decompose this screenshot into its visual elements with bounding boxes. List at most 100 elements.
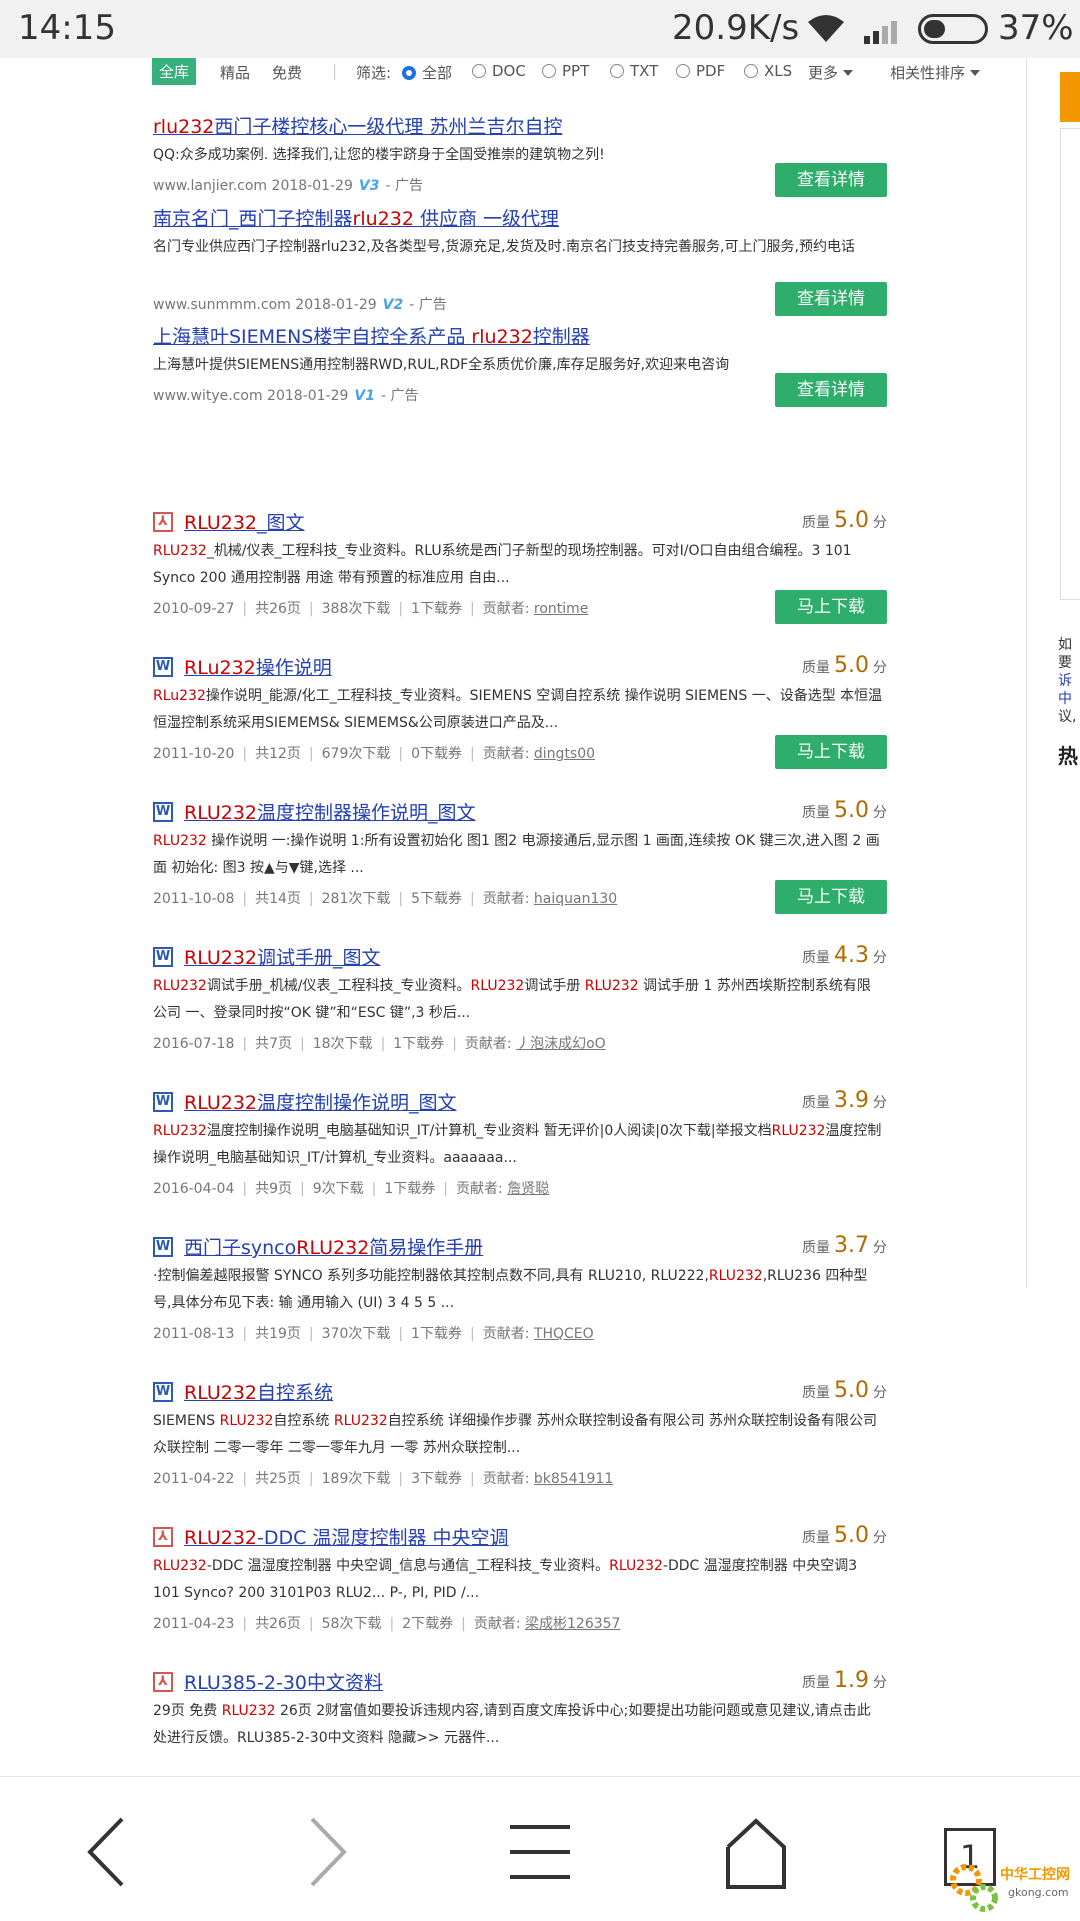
contributor-link[interactable]: haiquan130 — [534, 891, 617, 907]
quality-score: 质量 5.0 分 — [802, 508, 887, 533]
view-details-button[interactable]: 查看详情 — [775, 373, 887, 407]
ad-meta: www.lanjier.com 2018-01-29 V3 - 广告 — [153, 175, 423, 195]
forward-arrow-icon[interactable] — [274, 1807, 374, 1897]
result-title-link[interactable]: 西门子syncoRLU232简易操作手册 — [184, 1233, 483, 1260]
radio-ppt[interactable]: PPT — [542, 62, 589, 80]
view-details-button[interactable]: 查看详情 — [775, 163, 887, 197]
result-meta: 2011-04-23 | 共26页 | 58次下载 | 2下载券 | 贡献者: 梁成彬12635… — [153, 1616, 621, 1632]
download-button[interactable]: 马上下载 — [775, 590, 887, 624]
pdf-file-icon: ⅄ — [153, 1672, 173, 1692]
ad-title-link[interactable]: 上海慧叶SIEMENS楼宇自控全系产品 rlu232控制器 — [153, 322, 590, 349]
ad-title-link[interactable]: 南京名门_西门子控制器rlu232 供应商 一级代理 — [153, 204, 559, 231]
radio-icon — [610, 64, 624, 78]
battery-icon — [918, 14, 988, 44]
battery-percent: 37% — [998, 8, 1074, 48]
word-file-icon: W — [153, 1092, 173, 1112]
radio-icon — [472, 64, 486, 78]
verified-badge-icon: V2 — [382, 297, 404, 313]
contributor-link[interactable]: 詹贤聪 — [507, 1181, 549, 1197]
gear-icon — [950, 1864, 998, 1912]
radio-all[interactable]: 全部 — [402, 62, 452, 83]
radio-icon — [744, 64, 758, 78]
signal-icon — [864, 21, 897, 44]
quality-score: 质量 5.0 分 — [802, 653, 887, 678]
quality-score: 质量 1.9 分 — [802, 1668, 887, 1693]
result-description: RLU232温度控制操作说明_电脑基础知识_IT/计算机_专业资料 暂无评价|0… — [153, 1123, 882, 1166]
ad-site: www.witye.com — [153, 388, 263, 404]
result-description: RLU232 操作说明 一:操作说明 1:所有设置初始化 图1 图2 电源接通后… — [153, 833, 880, 876]
ad-meta: www.witye.com 2018-01-29 V1 - 广告 — [153, 385, 419, 405]
result-title-link[interactable]: RLU232_图文 — [184, 508, 305, 535]
menu-icon[interactable] — [490, 1807, 590, 1897]
ad-site: www.sunmmm.com — [153, 297, 291, 313]
tab-premium[interactable]: 精品 — [220, 62, 250, 83]
back-arrow-icon[interactable] — [60, 1807, 160, 1897]
ad-site: www.lanjier.com — [153, 178, 268, 194]
result-title-link[interactable]: RLU385-2-30中文资料 — [184, 1668, 383, 1695]
result-title-link[interactable]: RLU232自控系统 — [184, 1378, 333, 1405]
word-file-icon: W — [153, 1382, 173, 1402]
verified-badge-icon: V1 — [354, 388, 375, 404]
contributor-link[interactable]: bk8541911 — [534, 1471, 613, 1487]
ad-description: QQ:众多成功案例. 选择我们,让您的楼宇跻身于全国受推崇的建筑物之列! — [153, 147, 605, 163]
result-title-link[interactable]: RLU232温度控制器操作说明_图文 — [184, 798, 476, 825]
radio-icon — [676, 64, 690, 78]
result-meta: 2010-09-27 | 共26页 | 388次下载 | 1下载券 | 贡献者: rontime — [153, 601, 589, 617]
more-dropdown[interactable]: 更多 — [808, 62, 854, 83]
sort-dropdown[interactable]: 相关性排序 — [890, 62, 981, 83]
result-title-link[interactable]: RLU232温度控制操作说明_图文 — [184, 1088, 457, 1115]
contributor-link[interactable]: dingts00 — [534, 746, 595, 762]
result-description: SIEMENS RLU232自控系统 RLU232自控系统 详细操作步骤 苏州众… — [153, 1413, 878, 1456]
view-details-button[interactable]: 查看详情 — [775, 282, 887, 316]
result-meta: 2011-10-08 | 共14页 | 281次下载 | 5下载券 | 贡献者: haiquan… — [153, 891, 618, 907]
result-description: RLu232操作说明_能源/化工_工程科技_专业资料。SIEMENS 空调自控系… — [153, 688, 883, 731]
quality-score: 质量 3.9 分 — [802, 1088, 887, 1113]
result-meta: 2011-10-20 | 共12页 | 679次下载 | 0下载券 | 贡献者: dingts0… — [153, 746, 596, 762]
quality-score: 质量 4.3 分 — [802, 943, 887, 968]
tab-free[interactable]: 免费 — [272, 62, 302, 83]
contributor-link[interactable]: rontime — [534, 601, 589, 617]
quality-score: 质量 5.0 分 — [802, 798, 887, 823]
result-description: ·控制偏差越限报警 SYNCO 系列多功能控制器依其控制点数不同,具有 RLU2… — [153, 1268, 868, 1311]
ad-tag: - 广告 — [409, 297, 447, 313]
quality-score: 质量 5.0 分 — [802, 1523, 887, 1548]
result-description: RLU232-DDC 温湿度控制器 中央空调_信息与通信_工程科技_专业资料。R… — [153, 1558, 858, 1601]
tab-all-library[interactable]: 全库 — [152, 58, 197, 85]
ad-date: 2018-01-29 — [267, 388, 349, 404]
sidebar-text: 如要 诉中 议, — [1058, 637, 1077, 725]
watermark-url: gkong.com — [1008, 1886, 1069, 1899]
ad-date: 2018-01-29 — [295, 297, 377, 313]
result-meta: 2016-07-18 | 共7页 | 18次下载 | 1下载券 | 贡献者: 丿泡沫成幻oO — [153, 1036, 606, 1052]
result-description: 29页 免费 RLU232 26页 2财富值如要投诉违规内容,请到百度文库投诉中… — [153, 1703, 871, 1746]
sidebar-hot-heading: 热 — [1058, 744, 1078, 768]
result-title-link[interactable]: RLu232操作说明 — [184, 653, 332, 680]
contributor-link[interactable]: THQCEO — [534, 1326, 594, 1342]
ad-description: 上海慧叶提供SIEMENS通用控制器RWD,RUL,RDF全系质优价廉,库存足服… — [153, 357, 730, 373]
radio-txt[interactable]: TXT — [610, 62, 658, 80]
chevron-down-icon — [843, 70, 854, 76]
radio-xls[interactable]: XLS — [744, 62, 792, 80]
radio-doc[interactable]: DOC — [472, 62, 526, 80]
home-icon[interactable] — [706, 1807, 806, 1897]
filter-label: 筛选: — [356, 64, 392, 82]
sidebar-card — [1060, 128, 1080, 600]
ad-tag: - 广告 — [381, 388, 419, 404]
radio-checked-icon — [402, 66, 416, 80]
pdf-file-icon: ⅄ — [153, 512, 173, 532]
result-title-link[interactable]: RLU232-DDC 温湿度控制器 中央空调 — [184, 1523, 508, 1550]
radio-pdf[interactable]: PDF — [676, 62, 725, 80]
word-file-icon: W — [153, 1237, 173, 1257]
watermark-title: 中华工控网 — [1000, 1867, 1070, 1883]
result-title-link[interactable]: RLU232调试手册_图文 — [184, 943, 381, 970]
clock: 14:15 — [18, 8, 116, 48]
result-meta: 2011-08-13 | 共19页 | 370次下载 | 1下载券 | 贡献者: THQCEO — [153, 1326, 594, 1342]
ad-description: 名门专业供应西门子控制器rlu232,及各类型号,货源充足,发货及时.南京名门技… — [153, 239, 855, 255]
bottom-nav — [0, 1776, 1080, 1921]
download-button[interactable]: 马上下载 — [775, 880, 887, 914]
ad-meta: www.sunmmm.com 2018-01-29 V2 - 广告 — [153, 294, 447, 314]
ad-title-link[interactable]: rlu232西门子楼控核心一级代理 苏州兰吉尔自控 — [153, 112, 562, 139]
contributor-link[interactable]: 丿泡沫成幻oO — [516, 1036, 606, 1052]
download-button[interactable]: 马上下载 — [775, 735, 887, 769]
result-meta: 2011-04-22 | 共25页 | 189次下载 | 3下载券 | 贡献者: bk85419… — [153, 1471, 614, 1487]
contributor-link[interactable]: 梁成彬126357 — [525, 1616, 620, 1632]
